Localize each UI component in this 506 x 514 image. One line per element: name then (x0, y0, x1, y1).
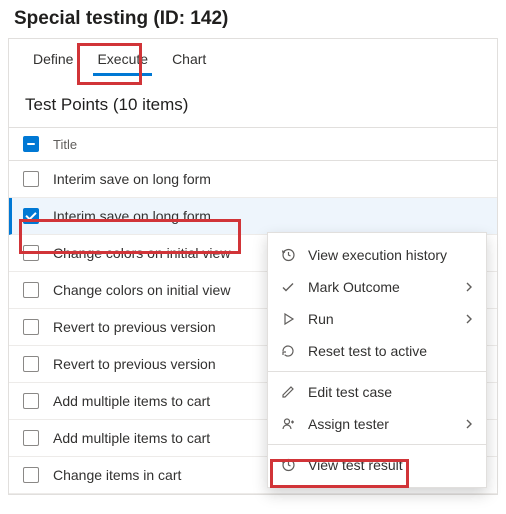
chevron-right-icon (464, 314, 474, 324)
table-row[interactable]: Interim save on long form (9, 161, 497, 198)
play-icon (280, 311, 296, 327)
menu-label: Edit test case (308, 384, 474, 400)
tab-chart[interactable]: Chart (160, 45, 218, 75)
menu-assign[interactable]: Assign tester (268, 408, 486, 440)
row-checkbox[interactable] (23, 282, 39, 298)
tab-define[interactable]: Define (21, 45, 85, 75)
menu-label: Mark Outcome (308, 279, 452, 295)
row-checkbox[interactable] (23, 393, 39, 409)
select-all-checkbox[interactable] (23, 136, 39, 152)
table-row[interactable]: Interim save on long form (9, 198, 497, 235)
reset-icon (280, 343, 296, 359)
person-icon (280, 416, 296, 432)
row-checkbox[interactable] (23, 430, 39, 446)
row-title: Revert to previous version (53, 319, 216, 335)
section-heading: Test Points (10 items) (9, 75, 497, 127)
row-title: Add multiple items to cart (53, 430, 210, 446)
menu-run[interactable]: Run (268, 303, 486, 335)
menu-label: Run (308, 311, 452, 327)
row-checkbox[interactable] (23, 208, 39, 224)
menu-label: View execution history (308, 247, 474, 263)
menu-reset[interactable]: Reset test to active (268, 335, 486, 367)
clock-history-icon (280, 457, 296, 473)
row-title: Interim save on long form (53, 171, 211, 187)
menu-edit[interactable]: Edit test case (268, 376, 486, 408)
row-checkbox[interactable] (23, 356, 39, 372)
menu-mark-outcome[interactable]: Mark Outcome (268, 271, 486, 303)
list-header: Title (9, 128, 497, 161)
row-title: Interim save on long form (53, 208, 211, 224)
chevron-right-icon (464, 282, 474, 292)
menu-label: Reset test to active (308, 343, 474, 359)
chevron-right-icon (464, 419, 474, 429)
menu-label: Assign tester (308, 416, 452, 432)
pencil-icon (280, 384, 296, 400)
menu-view-history[interactable]: View execution history (268, 239, 486, 271)
menu-separator (268, 444, 486, 445)
clock-history-icon (280, 247, 296, 263)
row-title: Revert to previous version (53, 356, 216, 372)
row-checkbox[interactable] (23, 245, 39, 261)
menu-view-result[interactable]: View test result (268, 449, 486, 481)
column-title[interactable]: Title (53, 137, 77, 152)
context-menu: View execution history Mark Outcome Run … (267, 232, 487, 488)
row-title: Change items in cart (53, 467, 181, 483)
row-title: Change colors on initial view (53, 245, 230, 261)
check-icon (280, 279, 296, 295)
row-checkbox[interactable] (23, 319, 39, 335)
tab-execute[interactable]: Execute (85, 45, 160, 75)
row-checkbox[interactable] (23, 171, 39, 187)
row-title: Add multiple items to cart (53, 393, 210, 409)
row-title: Change colors on initial view (53, 282, 230, 298)
menu-separator (268, 371, 486, 372)
row-checkbox[interactable] (23, 467, 39, 483)
page-title: Special testing (ID: 142) (0, 0, 506, 36)
menu-label: View test result (308, 457, 474, 473)
tab-bar: Define Execute Chart (9, 39, 497, 75)
